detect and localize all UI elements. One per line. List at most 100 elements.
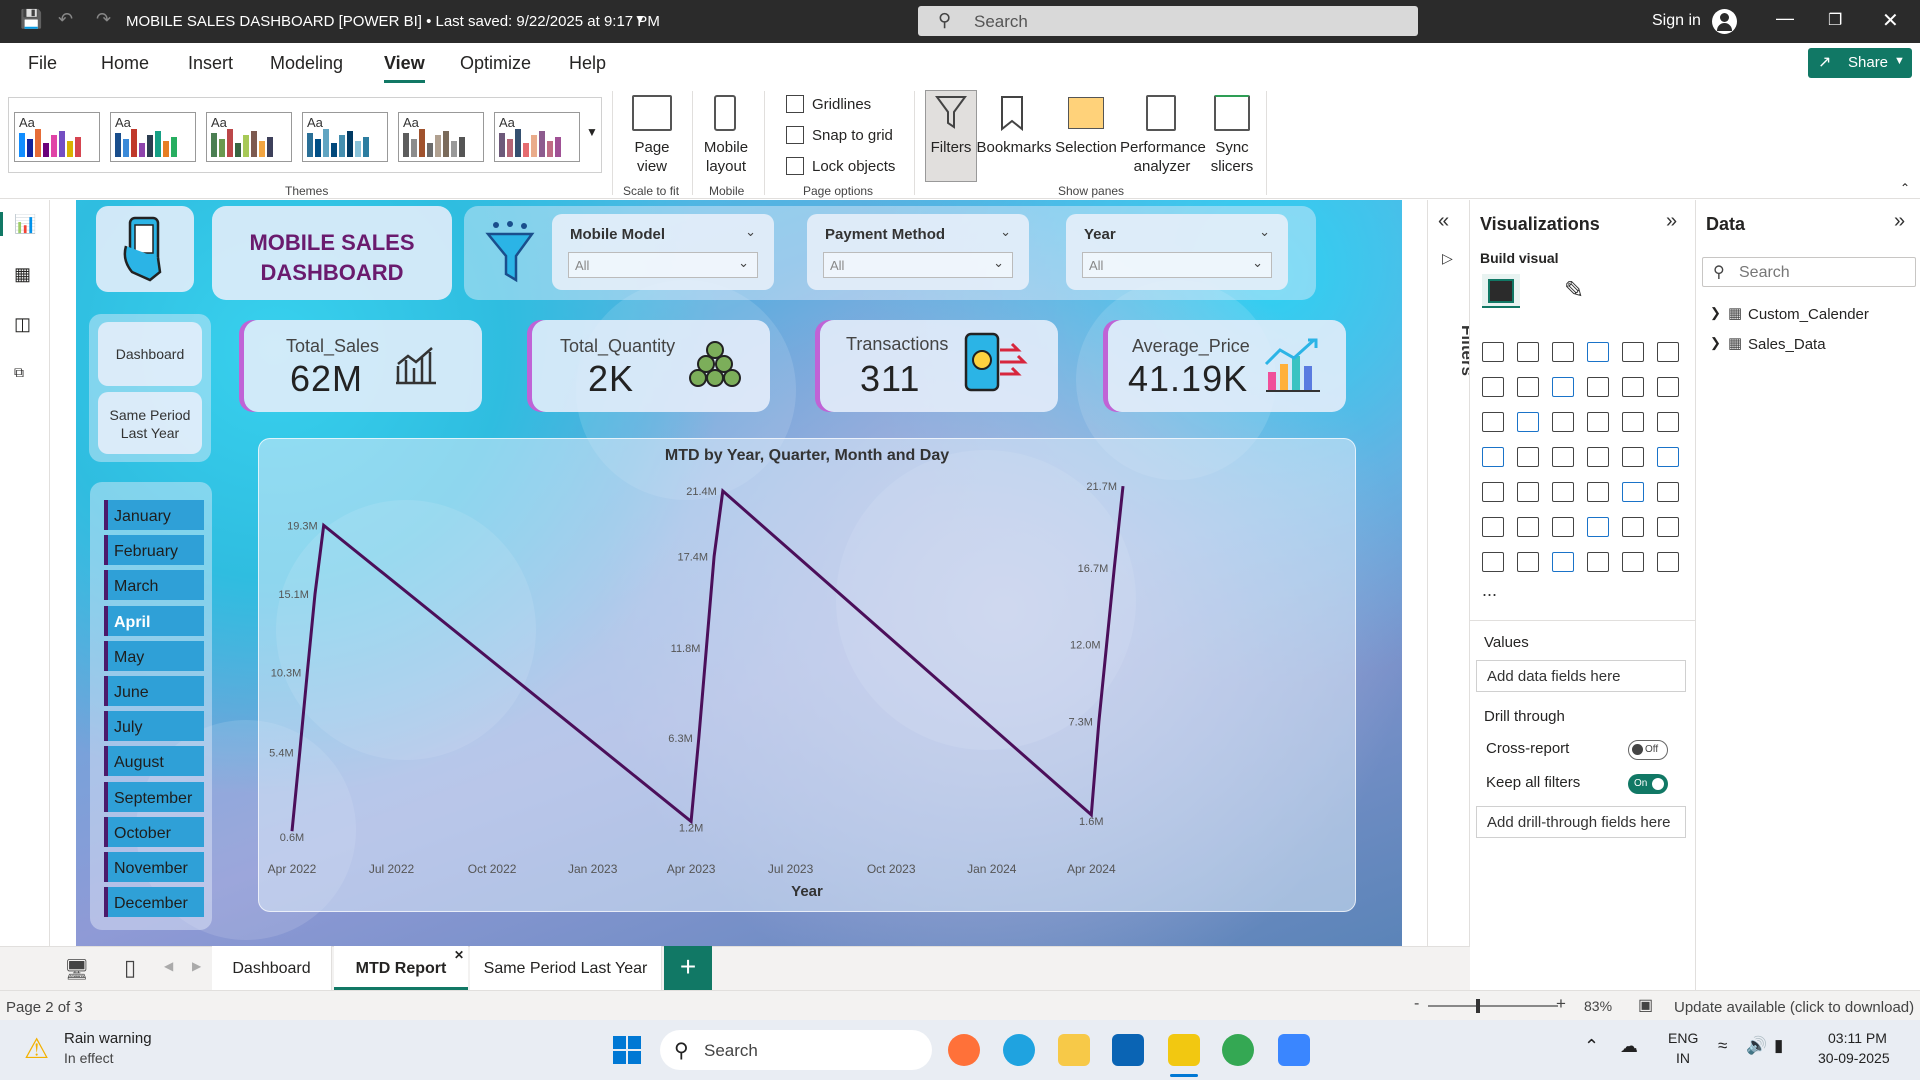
signin-link[interactable]: Sign in: [1652, 12, 1701, 30]
photos-icon[interactable]: [1278, 1034, 1310, 1066]
100-area-visual-icon[interactable]: [1587, 377, 1609, 397]
zoom-out-icon[interactable]: -: [1414, 995, 1419, 1013]
month-item[interactable]: October: [104, 816, 204, 847]
add-page-button[interactable]: +: [664, 946, 712, 990]
python-visual-icon[interactable]: [1657, 482, 1679, 502]
azure-map-visual-icon[interactable]: [1552, 447, 1574, 467]
menu-modeling[interactable]: Modeling: [270, 53, 343, 74]
matrix-visual-icon[interactable]: [1587, 482, 1609, 502]
scatter-visual-icon[interactable]: [1552, 412, 1574, 432]
power-apps-visual-icon[interactable]: [1622, 552, 1644, 572]
mobile-layout-button[interactable]: Mobile layout: [696, 138, 756, 176]
report-view-icon[interactable]: 📊: [14, 214, 36, 235]
share-button[interactable]: ↗ Share ▼: [1808, 48, 1912, 78]
taskbar-search[interactable]: ⚲ Search: [660, 1030, 932, 1070]
cross-report-toggle[interactable]: Off: [1628, 740, 1668, 760]
series-line[interactable]: [290, 485, 1125, 832]
drill-through-well[interactable]: Add drill-through fields here: [1476, 806, 1686, 838]
lock-objects-checkbox[interactable]: [786, 157, 804, 175]
save-icon[interactable]: 💾: [20, 9, 42, 30]
qna-visual-icon[interactable]: [1552, 517, 1574, 537]
menu-file[interactable]: File: [28, 53, 57, 74]
slicer-mobile-model[interactable]: Mobile Model ⌄ All ⌄: [552, 214, 774, 290]
snap-to-grid-checkbox[interactable]: [786, 126, 804, 144]
power-bi-icon[interactable]: [1168, 1034, 1200, 1066]
clock-time[interactable]: 03:11 PM: [1828, 1030, 1887, 1046]
month-item[interactable]: January: [104, 500, 204, 530]
slicer-dropdown[interactable]: All ⌄: [1082, 252, 1272, 278]
wifi-icon[interactable]: ≈: [1718, 1036, 1727, 1056]
ribbon-visual-icon[interactable]: [1657, 377, 1679, 397]
button-slicer-visual-icon[interactable]: [1552, 552, 1574, 572]
goals-visual-icon[interactable]: [1657, 517, 1679, 537]
clustered-bar-visual-icon[interactable]: [1552, 342, 1574, 362]
format-visual-icon[interactable]: ✎: [1564, 276, 1584, 305]
theme-5[interactable]: Aa: [398, 112, 484, 162]
menu-insert[interactable]: Insert: [188, 53, 233, 74]
theme-1[interactable]: Aa: [14, 112, 100, 162]
redo-icon[interactable]: ↷: [96, 9, 111, 30]
volume-icon[interactable]: 🔊: [1746, 1036, 1767, 1056]
key-influencers-visual-icon[interactable]: [1482, 517, 1504, 537]
dax-query-icon[interactable]: ⧉: [14, 364, 24, 381]
slicer-year[interactable]: Year ⌄ All ⌄: [1066, 214, 1288, 290]
performance-analyzer-button[interactable]: Performance analyzer: [1120, 138, 1206, 176]
line-visual-icon[interactable]: [1482, 377, 1504, 397]
next-page-icon[interactable]: ▶: [192, 959, 201, 973]
new-card-visual-icon[interactable]: [1517, 552, 1539, 572]
filters-pane-collapsed[interactable]: « ▷ Filters: [1427, 200, 1477, 946]
month-item[interactable]: August: [104, 746, 204, 777]
list-slicer-visual-icon[interactable]: [1587, 552, 1609, 572]
month-item[interactable]: May: [104, 640, 204, 671]
month-item[interactable]: November: [104, 852, 204, 882]
theme-4[interactable]: Aa: [302, 112, 388, 162]
selection-button[interactable]: Selection: [1052, 138, 1120, 157]
bookmarks-button[interactable]: Bookmarks: [976, 138, 1052, 157]
gauge-visual-icon[interactable]: [1587, 447, 1609, 467]
month-item[interactable]: April: [104, 605, 204, 636]
outlook-icon[interactable]: [1112, 1034, 1144, 1066]
gridlines-checkbox[interactable]: [786, 95, 804, 113]
page-view-button[interactable]: Page view: [622, 138, 682, 176]
restore-icon[interactable]: ❐: [1828, 10, 1842, 30]
area-visual-icon[interactable]: [1517, 377, 1539, 397]
line-column-visual-icon[interactable]: [1622, 377, 1644, 397]
power-automate-visual-icon[interactable]: [1657, 552, 1679, 572]
smart-narrative-visual-icon[interactable]: [1587, 517, 1609, 537]
chrome-icon[interactable]: [1222, 1034, 1254, 1066]
data-table-item[interactable]: ❯ ▦ Custom_Calender: [1706, 304, 1906, 326]
expand-left-icon[interactable]: «: [1438, 210, 1449, 233]
start-button[interactable]: [613, 1036, 641, 1064]
100-column-visual-icon[interactable]: [1657, 342, 1679, 362]
file-explorer-icon[interactable]: [1058, 1034, 1090, 1066]
map-visual-icon[interactable]: [1482, 447, 1504, 467]
decomposition-tree-visual-icon[interactable]: [1517, 517, 1539, 537]
paginated-visual-icon[interactable]: [1622, 517, 1644, 537]
card-visual-icon[interactable]: [1622, 447, 1644, 467]
model-view-icon[interactable]: ◫: [14, 314, 31, 335]
month-item[interactable]: December: [104, 887, 204, 918]
chevron-up-icon[interactable]: ⌃: [1584, 1036, 1599, 1057]
100-bar-visual-icon[interactable]: [1622, 342, 1644, 362]
slicer-payment-method[interactable]: Payment Method ⌄ All ⌄: [807, 214, 1029, 290]
menu-help[interactable]: Help: [569, 53, 606, 74]
tab-same-period[interactable]: Same Period Last Year: [470, 946, 662, 990]
waterfall-visual-icon[interactable]: [1482, 412, 1504, 432]
menu-home[interactable]: Home: [101, 53, 149, 74]
themes-expand-icon[interactable]: ▼: [586, 125, 598, 139]
theme-2[interactable]: Aa: [110, 112, 196, 162]
onedrive-icon[interactable]: ☁: [1620, 1036, 1638, 1057]
weather-title[interactable]: Rain warning: [64, 1030, 152, 1047]
undo-icon[interactable]: ↶: [58, 9, 73, 30]
weather-warning-icon[interactable]: ⚠: [24, 1032, 49, 1065]
more-visuals-icon[interactable]: ...: [1482, 580, 1497, 601]
kpi-visual-icon[interactable]: [1482, 482, 1504, 502]
sync-slicers-button[interactable]: Sync slicers: [1204, 138, 1260, 176]
search-input[interactable]: ⚲ Search: [918, 6, 1418, 36]
firefox-icon[interactable]: [948, 1034, 980, 1066]
funnel-visual-icon[interactable]: [1517, 412, 1539, 432]
nav-dashboard-button[interactable]: Dashboard: [98, 322, 202, 386]
treemap-visual-icon[interactable]: [1657, 412, 1679, 432]
slicer-dropdown[interactable]: All ⌄: [568, 252, 758, 278]
nav-same-period-button[interactable]: Same Period Last Year: [98, 392, 202, 454]
